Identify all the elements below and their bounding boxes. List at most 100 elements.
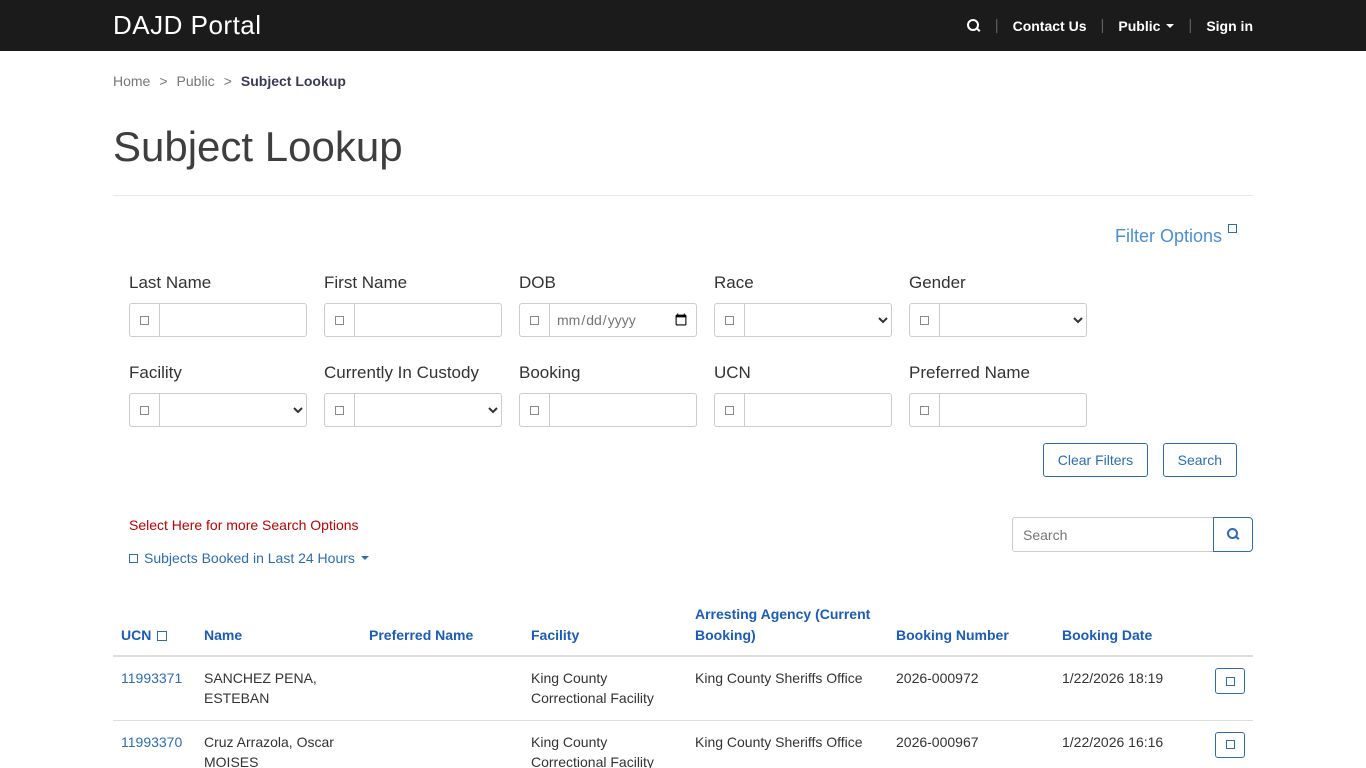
chevron-down-icon — [1166, 23, 1175, 28]
arresting-agency-cell: King County Sheriffs Office — [687, 720, 888, 768]
clear-field-icon — [920, 315, 929, 325]
custody-label: Currently In Custody — [324, 363, 479, 382]
ucn-input[interactable] — [744, 393, 892, 427]
name-cell: Cruz Arrazola, Oscar MOISES — [196, 720, 361, 768]
table-row: 11993370 Cruz Arrazola, Oscar MOISES Kin… — [113, 720, 1253, 768]
more-search-options-link[interactable]: Select Here for more Search Options — [129, 517, 359, 533]
col-facility[interactable]: Facility — [523, 598, 687, 657]
clear-custody-button[interactable] — [324, 393, 354, 427]
nav-separator: | — [994, 17, 999, 34]
clear-last-name-button[interactable] — [129, 303, 159, 337]
results-table: UCN Name Preferred Name Facility Arresti… — [113, 598, 1253, 768]
clear-first-name-button[interactable] — [324, 303, 354, 337]
clear-ucn-button[interactable] — [714, 393, 744, 427]
preferred-name-input[interactable] — [939, 393, 1087, 427]
filter-row-2: Facility Currently In Custody Booking UC… — [129, 363, 1237, 427]
table-search-button[interactable] — [1213, 517, 1253, 552]
actions-cell — [1204, 720, 1253, 768]
ucn-link[interactable]: 11993370 — [121, 734, 182, 750]
clear-facility-button[interactable] — [129, 393, 159, 427]
table-search-input[interactable] — [1012, 517, 1214, 552]
dob-label: DOB — [519, 273, 556, 292]
dob-input[interactable] — [549, 303, 697, 337]
nav-contact-us[interactable]: Contact Us — [1013, 18, 1087, 34]
clear-preferred-name-button[interactable] — [909, 393, 939, 427]
clear-field-icon — [920, 405, 929, 415]
search-icon — [1226, 528, 1240, 541]
custody-select[interactable] — [354, 393, 502, 427]
top-navbar: DAJD Portal | Contact Us | Public | Sign… — [0, 0, 1366, 51]
breadcrumb-home[interactable]: Home — [113, 73, 150, 89]
sort-icon[interactable] — [157, 631, 168, 642]
clear-field-icon — [725, 315, 734, 325]
filter-field-last-name: Last Name — [129, 273, 307, 337]
nav-sign-in[interactable]: Sign in — [1206, 18, 1253, 34]
facility-select[interactable] — [159, 393, 307, 427]
view-details-icon — [1225, 740, 1235, 750]
col-preferred-name[interactable]: Preferred Name — [361, 598, 523, 657]
facility-label: Facility — [129, 363, 182, 382]
clear-race-button[interactable] — [714, 303, 744, 337]
ucn-label: UCN — [714, 363, 751, 382]
filter-row-1: Last Name First Name DOB mm/dd/yyyy Race… — [129, 273, 1237, 337]
ucn-link[interactable]: 11993371 — [121, 670, 182, 686]
clear-field-icon — [335, 405, 344, 415]
race-label: Race — [714, 273, 754, 292]
page-title: Subject Lookup — [113, 123, 403, 170]
col-name[interactable]: Name — [196, 598, 361, 657]
filter-field-dob: DOB — [519, 273, 697, 337]
last-name-input[interactable] — [159, 303, 307, 337]
clear-filters-button[interactable]: Clear Filters — [1042, 443, 1149, 477]
title-divider — [113, 195, 1253, 196]
col-booking-number[interactable]: Booking Number — [888, 598, 1054, 657]
race-select[interactable] — [744, 303, 892, 337]
search-button[interactable]: Search — [1162, 443, 1237, 477]
filter-field-booking: Booking — [519, 363, 697, 427]
collapse-icon — [1228, 224, 1237, 233]
breadcrumb-public[interactable]: Public — [177, 73, 215, 89]
col-ucn-label: UCN — [121, 627, 152, 643]
row-details-button[interactable] — [1215, 731, 1245, 758]
breadcrumb-separator: > — [223, 73, 232, 89]
filter-field-preferred-name: Preferred Name — [909, 363, 1087, 427]
filter-panel: Filter Options Last Name First Name DOB — [113, 224, 1253, 477]
first-name-input[interactable] — [354, 303, 502, 337]
clear-field-icon — [725, 405, 734, 415]
clear-field-icon — [140, 315, 149, 325]
ucn-cell: 11993371 — [113, 656, 196, 721]
brand-link[interactable]: DAJD Portal — [113, 10, 262, 41]
filter-field-facility: Facility — [129, 363, 307, 427]
gender-label: Gender — [909, 273, 966, 292]
clear-field-icon — [530, 315, 539, 325]
booking-date-cell: 1/22/2026 18:19 — [1054, 656, 1204, 721]
filter-options-toggle[interactable]: Filter Options — [1114, 224, 1237, 246]
filter-field-custody: Currently In Custody — [324, 363, 502, 427]
clear-dob-button[interactable] — [519, 303, 549, 337]
gender-select[interactable] — [939, 303, 1087, 337]
booking-input[interactable] — [549, 393, 697, 427]
clear-booking-button[interactable] — [519, 393, 549, 427]
facility-cell: King County Correctional Facility — [523, 720, 687, 768]
search-icon — [966, 18, 981, 33]
col-arresting-agency[interactable]: Arresting Agency (Current Booking) — [687, 598, 888, 657]
col-booking-date[interactable]: Booking Date — [1054, 598, 1204, 657]
last-name-label: Last Name — [129, 273, 212, 292]
booking-number-cell: 2026-000967 — [888, 720, 1054, 768]
clear-gender-button[interactable] — [909, 303, 939, 337]
breadcrumb-current: Subject Lookup — [240, 73, 346, 89]
chevron-down-icon — [360, 556, 369, 560]
filter-field-gender: Gender — [909, 273, 1087, 337]
col-actions — [1204, 598, 1253, 657]
navbar-search-button[interactable] — [966, 18, 981, 33]
name-cell: SANCHEZ PENA, ESTEBAN — [196, 656, 361, 721]
nav-public-menu[interactable]: Public — [1118, 17, 1175, 34]
booked-last-24-link[interactable]: Subjects Booked in Last 24 Hours — [129, 550, 369, 566]
row-details-button[interactable] — [1215, 668, 1245, 694]
view-details-icon — [1225, 676, 1235, 686]
nav-public-label: Public — [1118, 17, 1161, 34]
first-name-label: First Name — [324, 273, 408, 292]
filter-options-label: Filter Options — [1114, 226, 1222, 246]
actions-cell — [1204, 656, 1253, 721]
list-icon — [129, 553, 138, 563]
col-ucn[interactable]: UCN — [113, 598, 196, 657]
